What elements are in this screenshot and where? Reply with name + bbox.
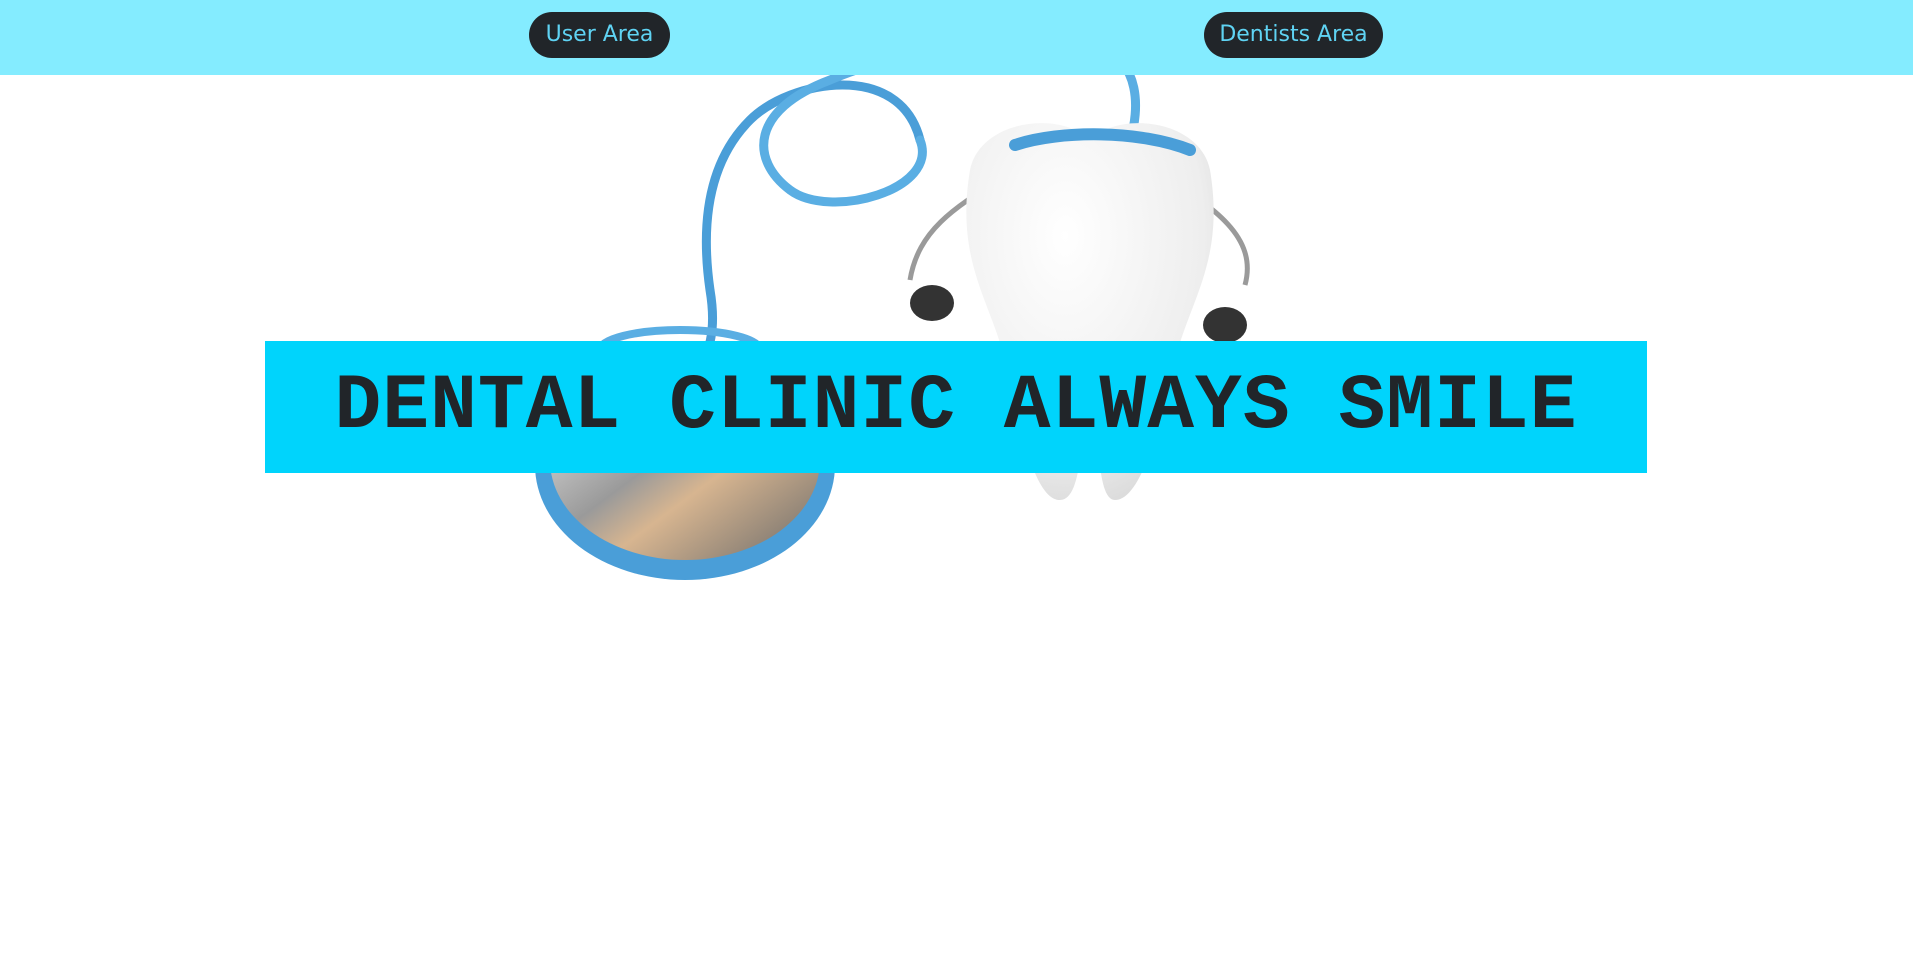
user-area-button[interactable]: User Area [529,12,670,58]
tooth-stethoscope-image [535,37,1250,580]
top-nav-bar: User Area Dentists Area [0,0,1913,75]
hero-banner: DENTAL CLINIC ALWAYS SMILE [265,341,1647,473]
dentists-area-button[interactable]: Dentists Area [1204,12,1383,58]
clinic-title: DENTAL CLINIC ALWAYS SMILE [334,363,1578,451]
